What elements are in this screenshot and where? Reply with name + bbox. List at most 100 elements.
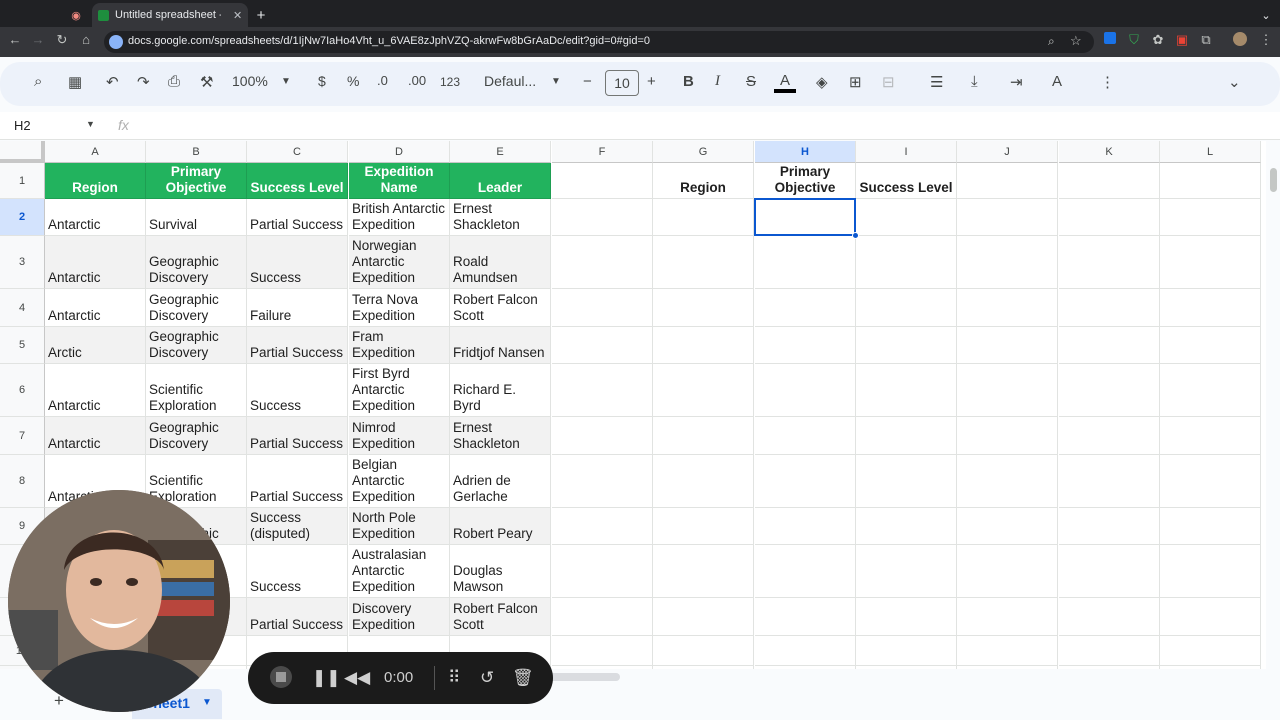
data-cell-e4[interactable]: Robert Falcon Scott (450, 289, 551, 327)
data-cell-e3[interactable]: Roald Amundsen (450, 236, 551, 289)
shield-extension-icon[interactable]: ⛉ (1124, 32, 1144, 48)
font-family-select[interactable]: Defaul... (484, 73, 536, 89)
bookmark-star-icon[interactable]: ☆ (1070, 33, 1082, 49)
data-cell-e6[interactable]: Richard E. Byrd (450, 364, 551, 417)
cell-g12[interactable] (653, 636, 754, 666)
header-cell-d[interactable]: Expedition Name (349, 163, 450, 199)
decrease-font-size-button[interactable]: − (583, 73, 592, 90)
cell-k4[interactable] (1059, 289, 1160, 327)
data-cell-a4[interactable]: Antarctic (45, 289, 146, 327)
profile-avatar[interactable] (1230, 32, 1250, 49)
cell-j5[interactable] (957, 327, 1058, 364)
cell-i4[interactable] (856, 289, 957, 327)
cell-f10[interactable] (552, 545, 653, 598)
increase-font-size-button[interactable]: + (647, 73, 656, 90)
cell-j7[interactable] (957, 417, 1058, 455)
cell-j11[interactable] (957, 598, 1058, 636)
cell-f11[interactable] (552, 598, 653, 636)
cell-l3[interactable] (1160, 236, 1261, 289)
data-cell-c11[interactable]: Partial Success (247, 598, 348, 636)
data-cell-c2[interactable]: Partial Success (247, 199, 348, 236)
stop-recording-button[interactable] (270, 666, 292, 688)
row-header-6[interactable]: 6 (0, 364, 45, 417)
cell-g9[interactable] (653, 508, 754, 545)
cell-k11[interactable] (1059, 598, 1160, 636)
horizontal-align-icon[interactable]: ☰ (930, 73, 943, 91)
cell-k2[interactable] (1059, 199, 1160, 236)
increase-decimal-button[interactable]: .00 (408, 73, 426, 88)
cell-i11[interactable] (856, 598, 957, 636)
column-header-a[interactable]: A (45, 141, 146, 163)
data-cell-a7[interactable]: Antarctic (45, 417, 146, 455)
extensions-puzzle-icon[interactable]: ⧉ (1196, 32, 1216, 48)
cell-l6[interactable] (1160, 364, 1261, 417)
undo-icon[interactable]: ↶ (106, 73, 119, 91)
data-cell-e8[interactable]: Adrien de Gerlache (450, 455, 551, 508)
cell-k8[interactable] (1059, 455, 1160, 508)
right-header-cell-i[interactable]: Success Level (856, 163, 957, 199)
data-cell-a5[interactable]: Arctic (45, 327, 146, 364)
header-cell-a[interactable]: Region (45, 163, 146, 199)
column-header-b[interactable]: B (146, 141, 247, 163)
cell-g2[interactable] (653, 199, 754, 236)
data-cell-a3[interactable]: Antarctic (45, 236, 146, 289)
data-cell-e11[interactable]: Robert Falcon Scott (450, 598, 551, 636)
name-box-dropdown-icon[interactable]: ▼ (86, 119, 95, 129)
data-cell-c7[interactable]: Partial Success (247, 417, 348, 455)
data-cell-c8[interactable]: Partial Success (247, 455, 348, 508)
strikethrough-button[interactable]: S (746, 73, 756, 90)
cell-j9[interactable] (957, 508, 1058, 545)
cell-k1[interactable] (1059, 163, 1160, 199)
header-cell-c[interactable]: Success Level (247, 163, 348, 199)
fill-handle[interactable] (852, 232, 859, 239)
cell-h7[interactable] (755, 417, 856, 455)
font-size-input[interactable]: 10 (605, 70, 639, 96)
column-header-e[interactable]: E (450, 141, 551, 163)
cell-h5[interactable] (755, 327, 856, 364)
cell-g7[interactable] (653, 417, 754, 455)
data-cell-d11[interactable]: Discovery Expedition (349, 598, 450, 636)
cell-i9[interactable] (856, 508, 957, 545)
row-header-7[interactable]: 7 (0, 417, 45, 455)
column-header-g[interactable]: G (653, 141, 754, 163)
delete-recording-icon[interactable]: 🗑 (512, 668, 534, 688)
more-options-icon[interactable]: ⋮ (1100, 73, 1115, 91)
data-cell-b4[interactable]: Geographic Discovery (146, 289, 247, 327)
vertical-scrollbar[interactable] (1270, 168, 1277, 192)
cell-g6[interactable] (653, 364, 754, 417)
column-header-f[interactable]: F (552, 141, 653, 163)
cell-g8[interactable] (653, 455, 754, 508)
column-header-h[interactable]: H (755, 141, 856, 163)
home-icon[interactable]: ⌂ (76, 32, 96, 47)
cell-j2[interactable] (957, 199, 1058, 236)
row-header-5[interactable]: 5 (0, 327, 45, 364)
cell-h6[interactable] (755, 364, 856, 417)
cell-j6[interactable] (957, 364, 1058, 417)
cell-i10[interactable] (856, 545, 957, 598)
cell-g4[interactable] (653, 289, 754, 327)
cell-i8[interactable] (856, 455, 957, 508)
cell-k6[interactable] (1059, 364, 1160, 417)
redo-icon[interactable]: ↷ (137, 73, 150, 91)
cell-f5[interactable] (552, 327, 653, 364)
cell-f1[interactable] (552, 163, 653, 199)
data-cell-d3[interactable]: Norwegian Antarctic Expedition (349, 236, 450, 289)
cell-k7[interactable] (1059, 417, 1160, 455)
data-cell-b6[interactable]: Scientific Exploration (146, 364, 247, 417)
right-header-cell-g[interactable]: Region (653, 163, 754, 199)
cell-f7[interactable] (552, 417, 653, 455)
browser-menu-icon[interactable]: ⋮ (1256, 32, 1276, 48)
data-cell-b3[interactable]: Geographic Discovery (146, 236, 247, 289)
cell-j12[interactable] (957, 636, 1058, 666)
search-menus-icon[interactable]: ⌕ (34, 73, 42, 90)
insert-table-icon[interactable]: ▦ (68, 73, 82, 91)
new-tab-button[interactable]: + (252, 3, 270, 27)
collapse-toolbar-icon[interactable]: ⌄ (1228, 73, 1241, 91)
text-wrapping-icon[interactable]: ⇥ (1010, 73, 1023, 91)
fill-color-icon[interactable]: ◈ (816, 73, 828, 91)
cell-k5[interactable] (1059, 327, 1160, 364)
cell-f9[interactable] (552, 508, 653, 545)
data-cell-c4[interactable]: Failure (247, 289, 348, 327)
forward-icon[interactable]: → (28, 32, 48, 47)
data-cell-d2[interactable]: British Antarctic Expedition (349, 199, 450, 236)
